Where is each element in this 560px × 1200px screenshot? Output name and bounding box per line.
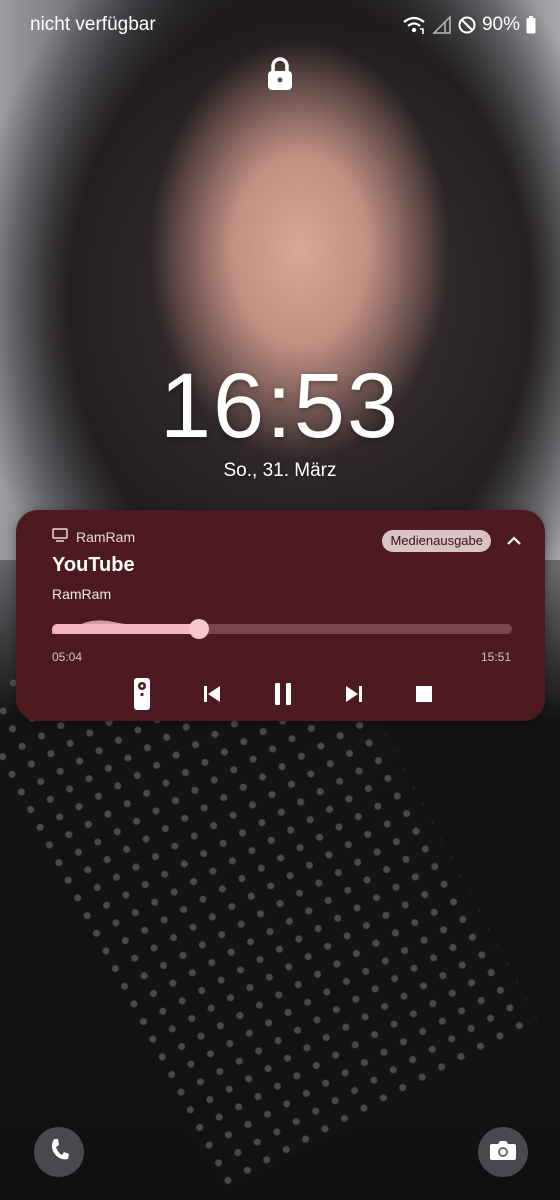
tv-icon: [52, 528, 68, 545]
media-device-header: RamRam: [52, 528, 135, 545]
media-seekbar[interactable]: [52, 608, 512, 642]
media-title: YouTube: [52, 554, 135, 576]
lock-icon: [266, 56, 294, 92]
media-player-card[interactable]: RamRam Medienausgabe YouTube RamRam 05:0…: [16, 510, 545, 721]
seek-fill: [52, 624, 199, 634]
elapsed-time: 05:04: [52, 650, 83, 664]
camera-icon: [489, 1138, 517, 1167]
status-right: 90%: [402, 14, 536, 36]
stop-icon[interactable]: [404, 674, 444, 714]
media-artist: RamRam: [52, 586, 112, 602]
skip-next-icon[interactable]: [334, 674, 374, 714]
phone-shortcut[interactable]: [34, 1127, 84, 1177]
pause-icon[interactable]: [263, 674, 303, 714]
battery-icon: [526, 16, 536, 34]
status-left: nicht verfügbar: [30, 14, 156, 36]
media-output-button[interactable]: Medienausgabe: [382, 530, 491, 552]
seek-thumb[interactable]: [188, 619, 209, 639]
chevron-up-icon[interactable]: [503, 530, 525, 552]
remote-icon[interactable]: [122, 674, 162, 714]
media-device-name: RamRam: [76, 528, 136, 545]
skip-previous-icon[interactable]: [192, 674, 232, 714]
status-bar: nicht verfügbar 90%: [0, 0, 560, 50]
do-not-disturb-icon: [458, 16, 476, 34]
phone-icon: [48, 1137, 70, 1168]
total-time: 15:51: [480, 650, 511, 664]
lock-clock: 16:53: [159, 355, 401, 457]
lock-date: So., 31. März: [223, 460, 337, 481]
battery-percent: 90%: [481, 14, 520, 35]
media-controls: [16, 674, 545, 714]
wifi-calling-icon: [402, 15, 426, 35]
no-signal-icon: [432, 15, 452, 35]
carrier-text: nicht verfügbar: [30, 14, 156, 35]
camera-shortcut[interactable]: [478, 1127, 528, 1177]
